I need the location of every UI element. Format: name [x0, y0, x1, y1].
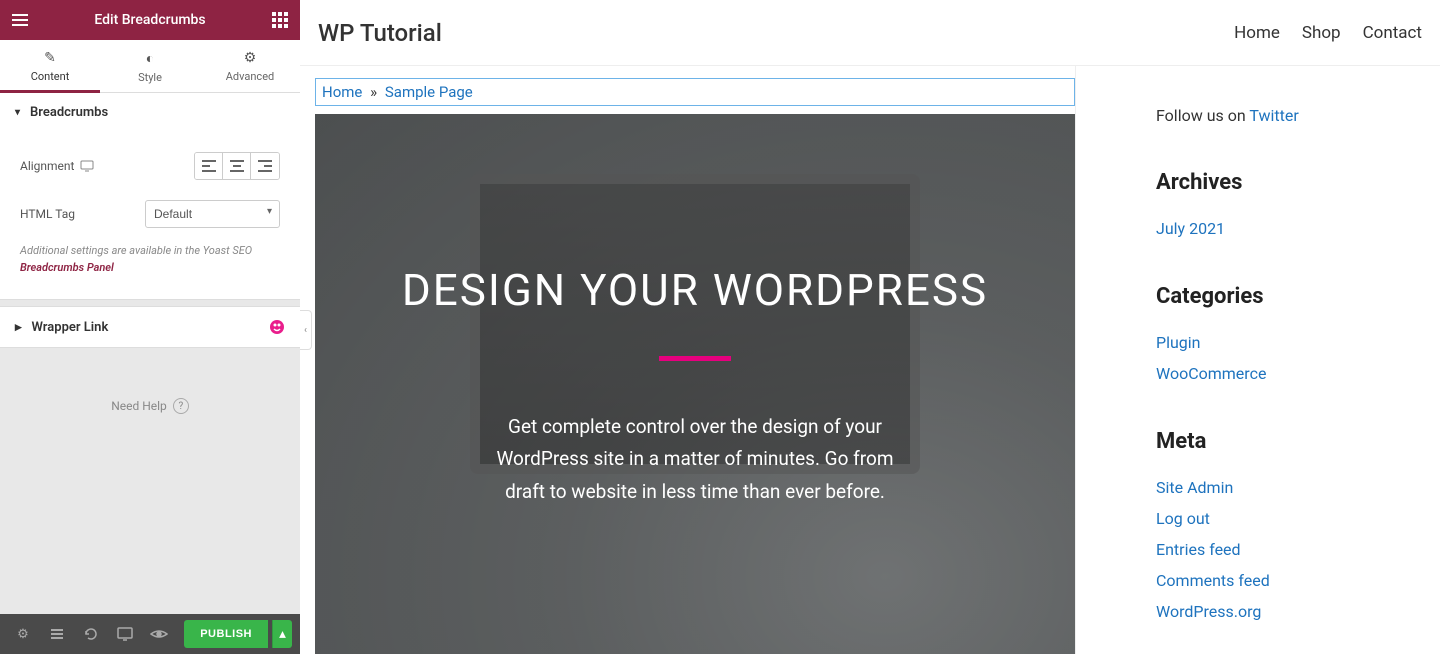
category-link[interactable]: WooCommerce: [1156, 358, 1440, 389]
hamburger-menu-icon[interactable]: [10, 10, 30, 30]
tab-style[interactable]: ◐ Style: [100, 40, 200, 92]
nav-home[interactable]: Home: [1234, 23, 1280, 43]
category-link[interactable]: Plugin: [1156, 327, 1440, 358]
alignment-control: Alignment: [20, 142, 280, 190]
tab-advanced[interactable]: ⚙ Advanced: [200, 40, 300, 92]
align-right-button[interactable]: [251, 153, 279, 179]
addon-badge-icon: [269, 319, 285, 335]
archives-list: July 2021: [1156, 213, 1440, 244]
align-left-button[interactable]: [195, 153, 223, 179]
history-icon[interactable]: [76, 619, 106, 649]
meta-list: Site Admin Log out Entries feed Comments…: [1156, 472, 1440, 627]
breadcrumb-separator: »: [370, 83, 377, 101]
hero-section: DESIGN YOUR WORDPRESS Get complete contr…: [315, 114, 1075, 654]
breadcrumb-widget[interactable]: Home » Sample Page: [315, 78, 1075, 106]
breadcrumb-home-link[interactable]: Home: [322, 83, 362, 101]
settings-note: Additional settings are available in the…: [20, 238, 280, 284]
primary-nav: Home Shop Contact: [1234, 23, 1422, 43]
collapse-sidebar-handle[interactable]: ‹: [300, 310, 312, 350]
alignment-buttons: [194, 152, 280, 180]
editor-tabs: ✎ Content ◐ Style ⚙ Advanced: [0, 40, 300, 93]
tab-style-label: Style: [138, 71, 162, 84]
meta-link[interactable]: Site Admin: [1156, 472, 1440, 503]
categories-title: Categories: [1156, 284, 1440, 309]
alignment-label: Alignment: [20, 159, 94, 173]
hero-title: DESIGN YOUR WORDPRESS: [402, 264, 988, 316]
sidebar-title: Edit Breadcrumbs: [94, 12, 205, 28]
breadcrumbs-section: ▾ Breadcrumbs Alignment HTML Tag: [0, 93, 300, 300]
html-tag-control: HTML Tag Default: [20, 190, 280, 238]
nav-shop[interactable]: Shop: [1302, 23, 1341, 43]
desktop-icon: [80, 160, 94, 172]
settings-icon[interactable]: ⚙: [8, 619, 38, 649]
site-title: WP Tutorial: [318, 19, 442, 47]
archive-link[interactable]: July 2021: [1156, 213, 1440, 244]
archives-title: Archives: [1156, 170, 1440, 195]
apps-grid-icon[interactable]: [270, 10, 290, 30]
publish-dropdown-button[interactable]: ▴: [272, 620, 292, 648]
sidebar-widgets: Follow us on Twitter Archives July 2021 …: [1075, 66, 1440, 654]
tab-advanced-label: Advanced: [226, 70, 274, 83]
page-content: Home » Sample Page DESIGN YOUR WORDPRESS…: [300, 66, 1075, 654]
preview-icon[interactable]: [144, 619, 174, 649]
html-tag-label: HTML Tag: [20, 207, 75, 221]
sidebar-header: Edit Breadcrumbs: [0, 0, 300, 40]
nav-contact[interactable]: Contact: [1363, 23, 1422, 43]
hero-text: Get complete control over the design of …: [475, 411, 915, 508]
tab-content-label: Content: [31, 70, 70, 83]
breadcrumbs-panel-link[interactable]: Breadcrumbs Panel: [20, 261, 114, 274]
preview-area: WP Tutorial Home Shop Contact Home » Sam…: [300, 0, 1440, 654]
meta-link[interactable]: Entries feed: [1156, 534, 1440, 565]
breadcrumb-current-link[interactable]: Sample Page: [385, 83, 473, 101]
html-tag-select[interactable]: Default: [145, 200, 280, 228]
wrapper-link-label: Wrapper Link: [32, 320, 109, 335]
meta-link[interactable]: WordPress.org: [1156, 596, 1440, 627]
responsive-icon[interactable]: [110, 619, 140, 649]
pencil-icon: ✎: [0, 50, 100, 66]
categories-list: Plugin WooCommerce: [1156, 327, 1440, 389]
gear-icon: ⚙: [200, 50, 300, 66]
align-center-button[interactable]: [223, 153, 251, 179]
meta-link[interactable]: Log out: [1156, 503, 1440, 534]
hero-divider: [659, 356, 731, 361]
breadcrumbs-section-header[interactable]: ▾ Breadcrumbs: [0, 93, 300, 132]
meta-link[interactable]: Comments feed: [1156, 565, 1440, 596]
need-help[interactable]: Need Help ?: [0, 348, 300, 464]
breadcrumbs-section-title: Breadcrumbs: [30, 105, 108, 120]
help-icon: ?: [173, 398, 189, 414]
caret-down-icon: ▾: [15, 107, 20, 118]
navigator-icon[interactable]: [42, 619, 72, 649]
publish-button[interactable]: PUBLISH: [184, 620, 268, 648]
caret-right-icon: ▸: [15, 320, 22, 335]
follow-text: Follow us on Twitter: [1156, 106, 1440, 125]
meta-title: Meta: [1156, 429, 1440, 454]
site-header: WP Tutorial Home Shop Contact: [300, 0, 1440, 66]
twitter-link[interactable]: Twitter: [1249, 106, 1298, 125]
sidebar-footer: ⚙ PUBLISH ▴: [0, 614, 300, 654]
tab-content[interactable]: ✎ Content: [0, 40, 100, 92]
wrapper-link-section[interactable]: ▸ Wrapper Link: [0, 306, 300, 348]
contrast-icon: ◐: [100, 50, 200, 67]
elementor-sidebar: Edit Breadcrumbs ✎ Content ◐ Style ⚙ Adv…: [0, 0, 300, 654]
